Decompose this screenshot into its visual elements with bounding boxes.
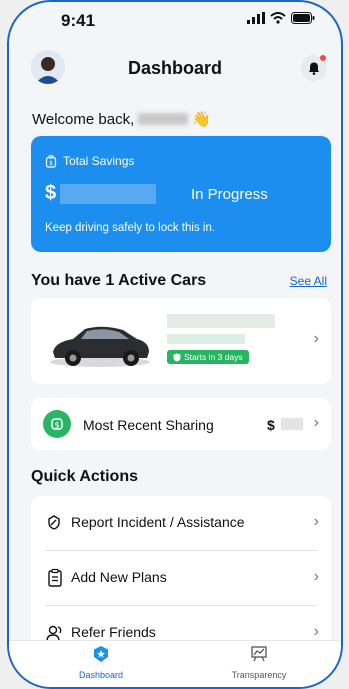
tab-transparency-label: Transparency — [231, 670, 287, 680]
status-time: 9:41 — [61, 11, 96, 30]
see-all-link[interactable]: See All — [290, 274, 327, 288]
chevron-right-icon: › — [313, 513, 319, 530]
chevron-right-icon: › — [313, 414, 319, 431]
shield-icon — [173, 353, 181, 361]
active-cars-title: You have 1 Active Cars — [31, 272, 207, 289]
page-title: Dashboard — [127, 58, 223, 78]
savings-amount: $ — [45, 182, 157, 205]
add-new-plans-item[interactable]: Add New Plans › — [31, 551, 331, 606]
sharing-currency: $ — [267, 417, 275, 433]
redacted-sharing-amount — [281, 418, 303, 430]
wave-emoji: 👋 — [192, 111, 211, 128]
dollar-icon: $ — [43, 410, 71, 438]
star-badge-icon — [94, 646, 108, 662]
chevron-right-icon: › — [313, 330, 319, 347]
savings-card[interactable]: $ Total Savings $ In Progress Keep drivi… — [31, 136, 331, 252]
bottom-tab-bar: Dashboard Transparency — [9, 640, 341, 687]
redacted-savings-value — [60, 183, 157, 204]
notifications-button[interactable] — [301, 55, 327, 81]
redacted-car-detail — [167, 334, 245, 344]
tab-dashboard-label: Dashboard — [78, 670, 124, 680]
status-badge: Starts in 3 days — [167, 350, 249, 364]
savings-icon: $ — [45, 154, 57, 168]
battery-icon — [291, 12, 315, 24]
car-image — [50, 326, 150, 367]
quick-actions-list: Report Incident / Assistance › Add New P… — [31, 496, 331, 661]
savings-status: In Progress — [191, 186, 268, 203]
report-incident-item[interactable]: Report Incident / Assistance › — [31, 496, 331, 551]
hand-shield-icon — [48, 515, 60, 530]
tab-transparency[interactable]: Transparency — [209, 645, 309, 680]
savings-label: Total Savings — [63, 154, 135, 168]
chart-board-icon — [251, 646, 267, 662]
add-new-plans-label: Add New Plans — [71, 569, 167, 585]
car-card[interactable]: Starts in 3 days › — [31, 298, 331, 384]
svg-text:$: $ — [49, 160, 53, 167]
savings-label-row: $ Total Savings — [45, 154, 134, 168]
welcome-text: Welcome back, 👋 — [32, 110, 211, 129]
notification-dot — [320, 55, 326, 61]
status-badge-text: Starts in 3 days — [184, 352, 243, 362]
redacted-user-name — [138, 113, 189, 125]
svg-text:$: $ — [54, 420, 59, 429]
signal-icon — [247, 12, 265, 24]
welcome-prefix: Welcome back, — [32, 110, 135, 128]
status-icons — [247, 12, 315, 24]
savings-note: Keep driving safely to lock this in. — [45, 222, 216, 234]
status-bar: 9:41 — [9, 2, 341, 42]
recent-sharing-card[interactable]: $ Most Recent Sharing $ › — [31, 398, 331, 450]
report-incident-label: Report Incident / Assistance — [71, 514, 245, 530]
tab-dashboard[interactable]: Dashboard — [51, 645, 151, 680]
clipboard-icon — [48, 568, 62, 587]
app-header: Dashboard — [9, 50, 341, 90]
phone-frame: 9:41 Dashboard Welcome back, 👋 $ Total S… — [7, 0, 343, 689]
quick-actions-title: Quick Actions — [31, 468, 138, 485]
refer-friends-label: Refer Friends — [71, 624, 156, 640]
wifi-icon — [270, 12, 286, 24]
recent-sharing-label: Most Recent Sharing — [83, 417, 214, 433]
savings-currency: $ — [45, 182, 57, 204]
chevron-right-icon: › — [313, 623, 319, 640]
chevron-right-icon: › — [313, 568, 319, 585]
redacted-car-name — [167, 314, 275, 328]
bell-icon — [308, 62, 320, 75]
